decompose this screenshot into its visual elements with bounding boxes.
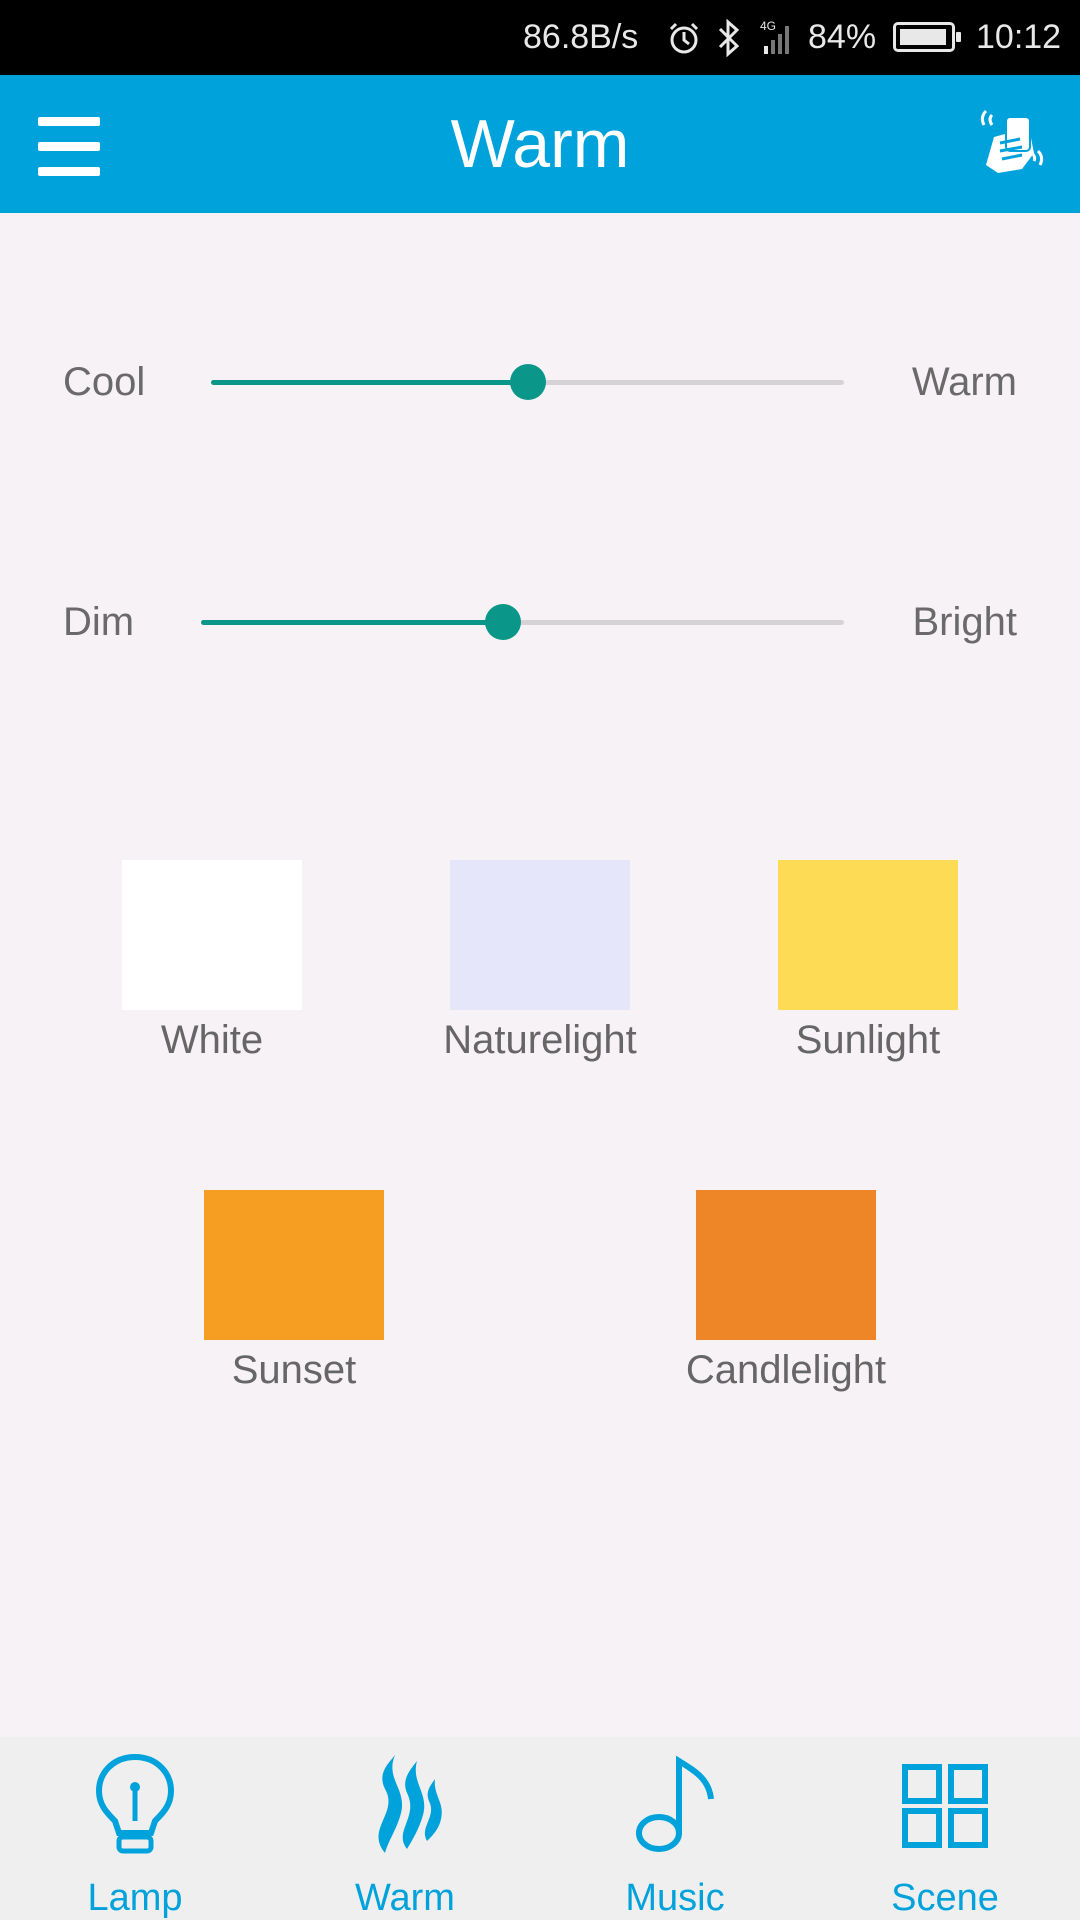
preset-swatch [450,860,630,1010]
shake-remote-button[interactable] [972,103,1052,183]
preset-candlelight[interactable]: Candlelight [686,1190,886,1392]
battery-percent: 84% [808,18,877,56]
preset-sunlight[interactable]: Sunlight [778,860,958,1062]
brightness-slider-fill [201,620,504,625]
alarm-icon [666,0,702,75]
temperature-slider-thumb[interactable] [509,364,546,400]
nav-lamp[interactable]: Lamp [0,1737,270,1920]
preset-swatch [778,860,958,1010]
signal-icon: 4G [758,0,794,75]
preset-label: Sunset [231,1348,357,1392]
nav-scene[interactable]: Scene [810,1737,1080,1920]
preset-white[interactable]: White [122,860,302,1062]
cool-label: Cool [63,359,146,404]
brightness-slider[interactable] [201,620,844,625]
preset-swatch [122,860,302,1010]
preset-sunset[interactable]: Sunset [204,1190,384,1392]
preset-label: Sunlight [795,1018,941,1062]
battery-icon [893,22,961,52]
dim-label: Dim [63,599,135,644]
temperature-slider-fill [211,380,528,385]
nav-scene-label: Scene [891,1877,999,1919]
menu-button[interactable] [30,107,110,187]
preset-label: Naturelight [443,1018,637,1062]
nav-warm-label: Warm [355,1877,455,1919]
grid-icon [902,1764,988,1848]
page-title: Warm [450,106,630,182]
preset-swatch [204,1190,384,1340]
nav-music[interactable]: Music [540,1737,810,1920]
warm-label: Warm [911,359,1017,404]
preset-swatch [696,1190,876,1340]
music-note-icon [636,1755,714,1852]
flame-icon [378,1755,442,1853]
bright-label: Bright [912,599,1018,644]
network-speed: 86.8B/s [523,18,639,56]
lightbulb-icon [95,1753,175,1854]
nav-lamp-label: Lamp [87,1877,183,1919]
brightness-slider-thumb[interactable] [485,604,522,640]
status-bar: 86.8B/s 4G 84% 10:12 [0,0,1080,75]
clock: 10:12 [976,18,1062,56]
preset-label: Candlelight [685,1348,887,1392]
app-bar: Warm [0,75,1080,213]
nav-music-label: Music [625,1877,725,1919]
nav-warm[interactable]: Warm [270,1737,540,1920]
hand-remote-icon [980,109,1044,173]
preset-naturelight[interactable]: Naturelight [443,860,637,1062]
temperature-slider-row: Cool Warm [0,342,1080,422]
bluetooth-icon [715,0,743,75]
network-type: 4G [760,19,776,33]
bottom-nav: Lamp Warm Music Scene [0,1737,1080,1920]
brightness-slider-row: Dim Bright [0,582,1080,662]
preset-label: White [160,1018,264,1062]
